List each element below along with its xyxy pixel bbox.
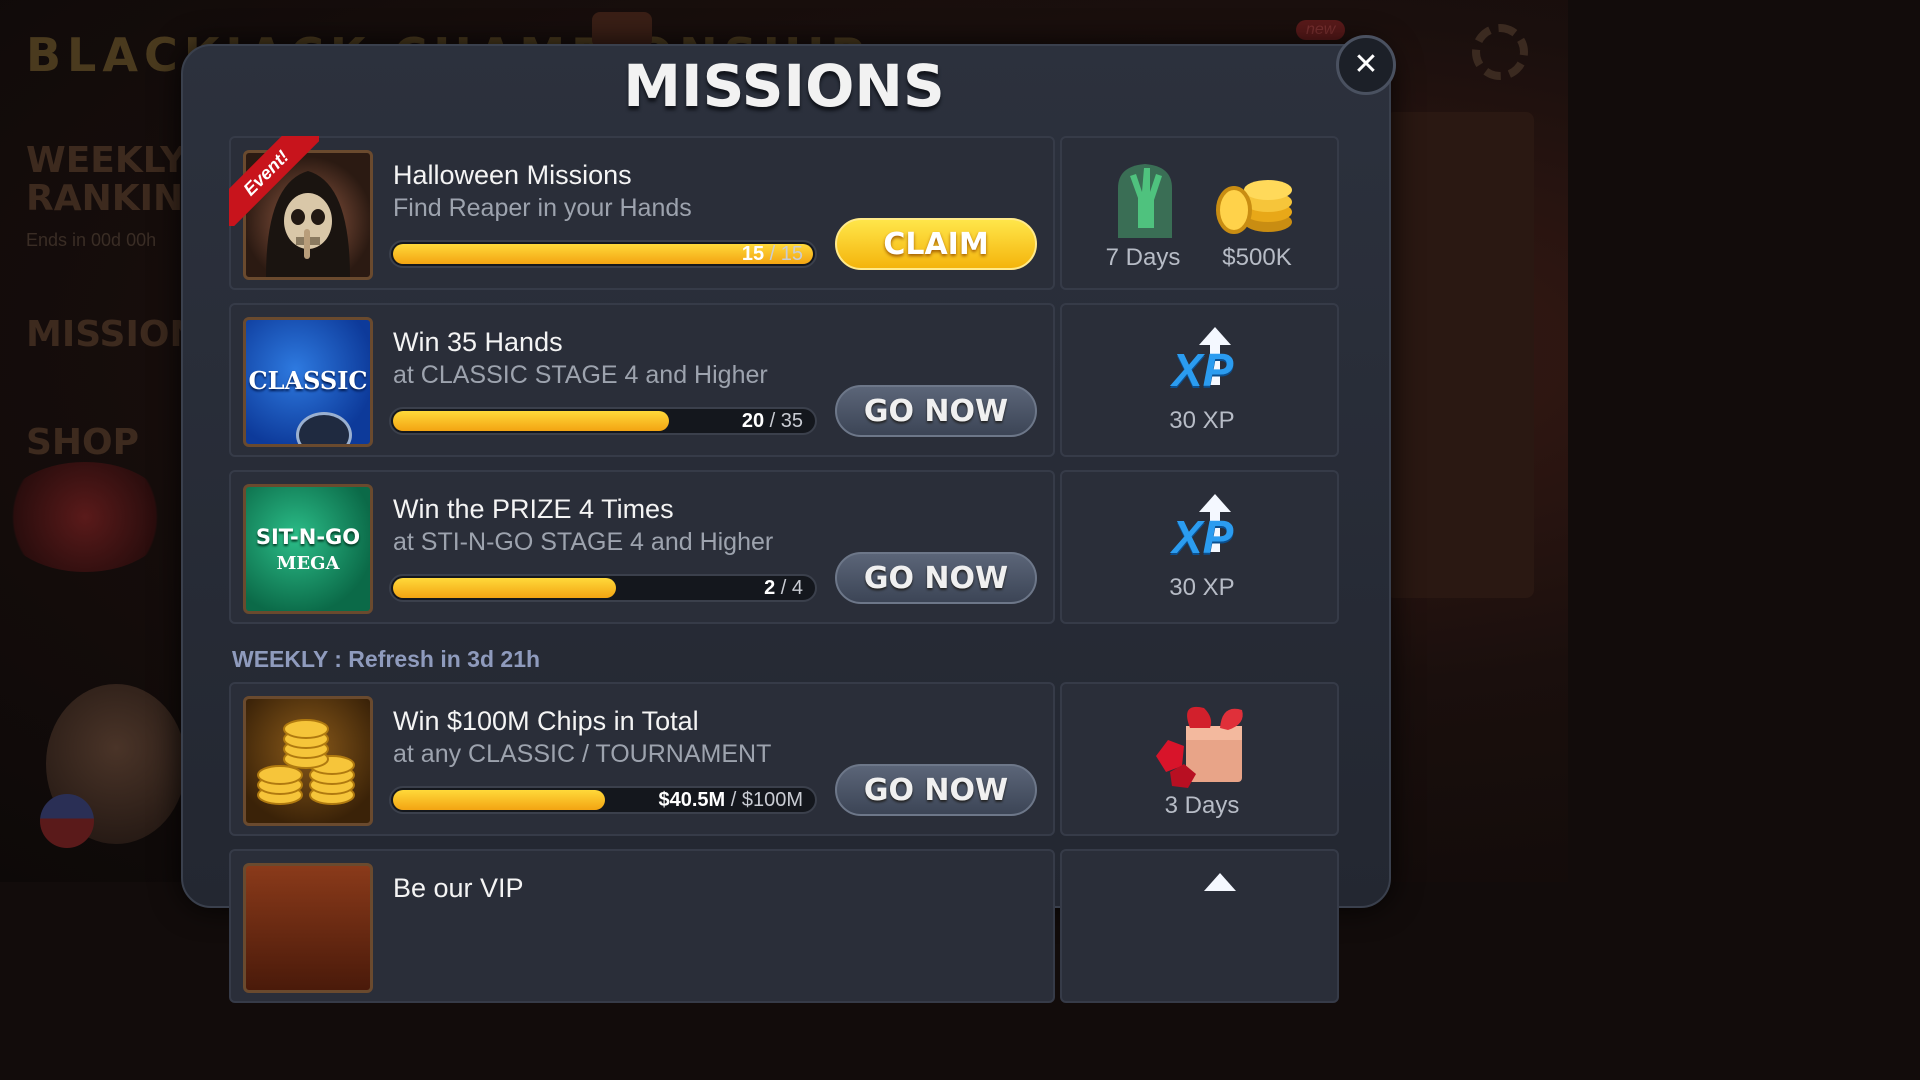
classic-thumbnail: CLASSIC	[243, 317, 373, 447]
mission-title: Win 35 Hands	[393, 327, 563, 357]
chips-thumbnail	[243, 696, 373, 826]
thumbnail-label: SIT-N-GO	[255, 525, 361, 549]
zombie-hand-icon	[1118, 164, 1172, 238]
coins-icon	[1216, 180, 1292, 234]
new-badge: new	[1296, 20, 1346, 40]
progress-bar: $40.5M / $100M	[389, 786, 817, 814]
reward-label-xp: 30 XP	[1169, 574, 1235, 601]
sitngo-thumbnail: SIT-N-GO MEGA	[243, 484, 373, 614]
progress-bar: 15 / 15	[389, 240, 817, 268]
rankings-ends-text: Ends in 00d 00h	[26, 230, 157, 250]
mission-row-win-chips: Win $100M Chips in Total at any CLASSIC …	[229, 682, 1339, 836]
mission-title: Halloween Missions	[393, 160, 632, 190]
mission-title: Win the PRIZE 4 Times	[393, 494, 674, 524]
mission-card: Event! Halloween Missions Find Reaper in…	[229, 136, 1055, 290]
xp-icon: XP	[1170, 327, 1250, 401]
modal-title: MISSIONS	[623, 52, 945, 120]
reward-label-days: 7 Days	[1105, 244, 1181, 271]
side-item-shop[interactable]: SHOP	[26, 424, 139, 462]
close-button[interactable]: ✕	[1336, 35, 1396, 95]
poker-logo	[592, 12, 652, 48]
mission-card: SIT-N-GO MEGA Win the PRIZE 4 Times at S…	[229, 470, 1055, 624]
progress-total: $100M	[741, 789, 803, 811]
mission-row-win-hands: CLASSIC Win 35 Hands at CLASSIC STAGE 4 …	[229, 303, 1339, 457]
chip-icon	[296, 412, 352, 444]
progress-text: 2 / 4	[764, 577, 803, 599]
go-now-button[interactable]: GO NOW	[835, 385, 1037, 437]
progress-text: 20 / 35	[741, 410, 803, 432]
progress-text: 15 / 15	[741, 243, 803, 265]
mission-row-halloween: Event! Halloween Missions Find Reaper in…	[229, 136, 1339, 290]
mission-title: Win $100M Chips in Total	[393, 706, 699, 736]
mission-title: Be our VIP	[393, 873, 524, 903]
coin-stack-icon	[257, 719, 355, 805]
reward-label-xp: 30 XP	[1169, 407, 1235, 434]
mission-subtitle: at CLASSIC STAGE 4 and Higher	[393, 361, 768, 389]
reward-label-chips: $500K	[1222, 244, 1292, 271]
progress-current: 20	[741, 410, 765, 432]
event-badge: Event!	[229, 136, 319, 226]
us-flag-icon	[40, 794, 94, 848]
thumbnail-sublabel: MEGA	[276, 553, 340, 574]
progress-current: 15	[741, 243, 765, 265]
mission-subtitle: Find Reaper in your Hands	[393, 194, 692, 222]
reward-panel	[1060, 849, 1339, 1003]
mission-row-vip: Be our VIP	[229, 849, 1339, 1003]
xp-arrow-icon	[1204, 873, 1236, 891]
reward-panel: XP 30 XP	[1060, 303, 1339, 457]
go-now-button[interactable]: GO NOW	[835, 764, 1037, 816]
mission-card: Be our VIP	[229, 849, 1055, 1003]
event-ribbon: Event!	[229, 136, 319, 226]
mission-card: CLASSIC Win 35 Hands at CLASSIC STAGE 4 …	[229, 303, 1055, 457]
progress-fill	[393, 790, 606, 810]
reward-panel: XP 30 XP	[1060, 470, 1339, 624]
mission-subtitle: at any CLASSIC / TOURNAMENT	[393, 740, 772, 768]
progress-total: 4	[791, 577, 803, 599]
reward-label-days: 3 Days	[1164, 792, 1240, 819]
progress-total: 35	[780, 410, 803, 432]
weekly-section-header: WEEKLY : Refresh in 3d 21h	[232, 646, 541, 672]
progress-fill	[393, 578, 616, 598]
progress-fill	[393, 411, 669, 431]
mission-card: Win $100M Chips in Total at any CLASSIC …	[229, 682, 1055, 836]
mission-row-win-prize: SIT-N-GO MEGA Win the PRIZE 4 Times at S…	[229, 470, 1339, 624]
xp-icon: XP	[1170, 494, 1250, 568]
gift-box-icon	[1156, 706, 1243, 788]
progress-total: 15	[780, 243, 803, 265]
vip-thumbnail	[243, 863, 373, 993]
reward-panel: 7 Days $500K	[1060, 136, 1339, 290]
progress-bar: 2 / 4	[389, 574, 817, 602]
progress-bar: 20 / 35	[389, 407, 817, 435]
background-championship-panel	[1386, 112, 1534, 598]
progress-current: 2	[764, 577, 776, 599]
mission-subtitle: at STI-N-GO STAGE 4 and Higher	[393, 528, 774, 556]
progress-text: $40.5M / $100M	[658, 789, 803, 811]
claim-button[interactable]: CLAIM	[835, 218, 1037, 270]
background-cherries	[0, 462, 170, 572]
go-now-button[interactable]: GO NOW	[835, 552, 1037, 604]
reward-panel: 3 Days	[1060, 682, 1339, 836]
side-item-weekly-rankings[interactable]: WEEKLY RANKINGS	[26, 142, 239, 218]
progress-current: $40.5M	[658, 789, 726, 811]
thumbnail-label: CLASSIC	[248, 366, 368, 395]
